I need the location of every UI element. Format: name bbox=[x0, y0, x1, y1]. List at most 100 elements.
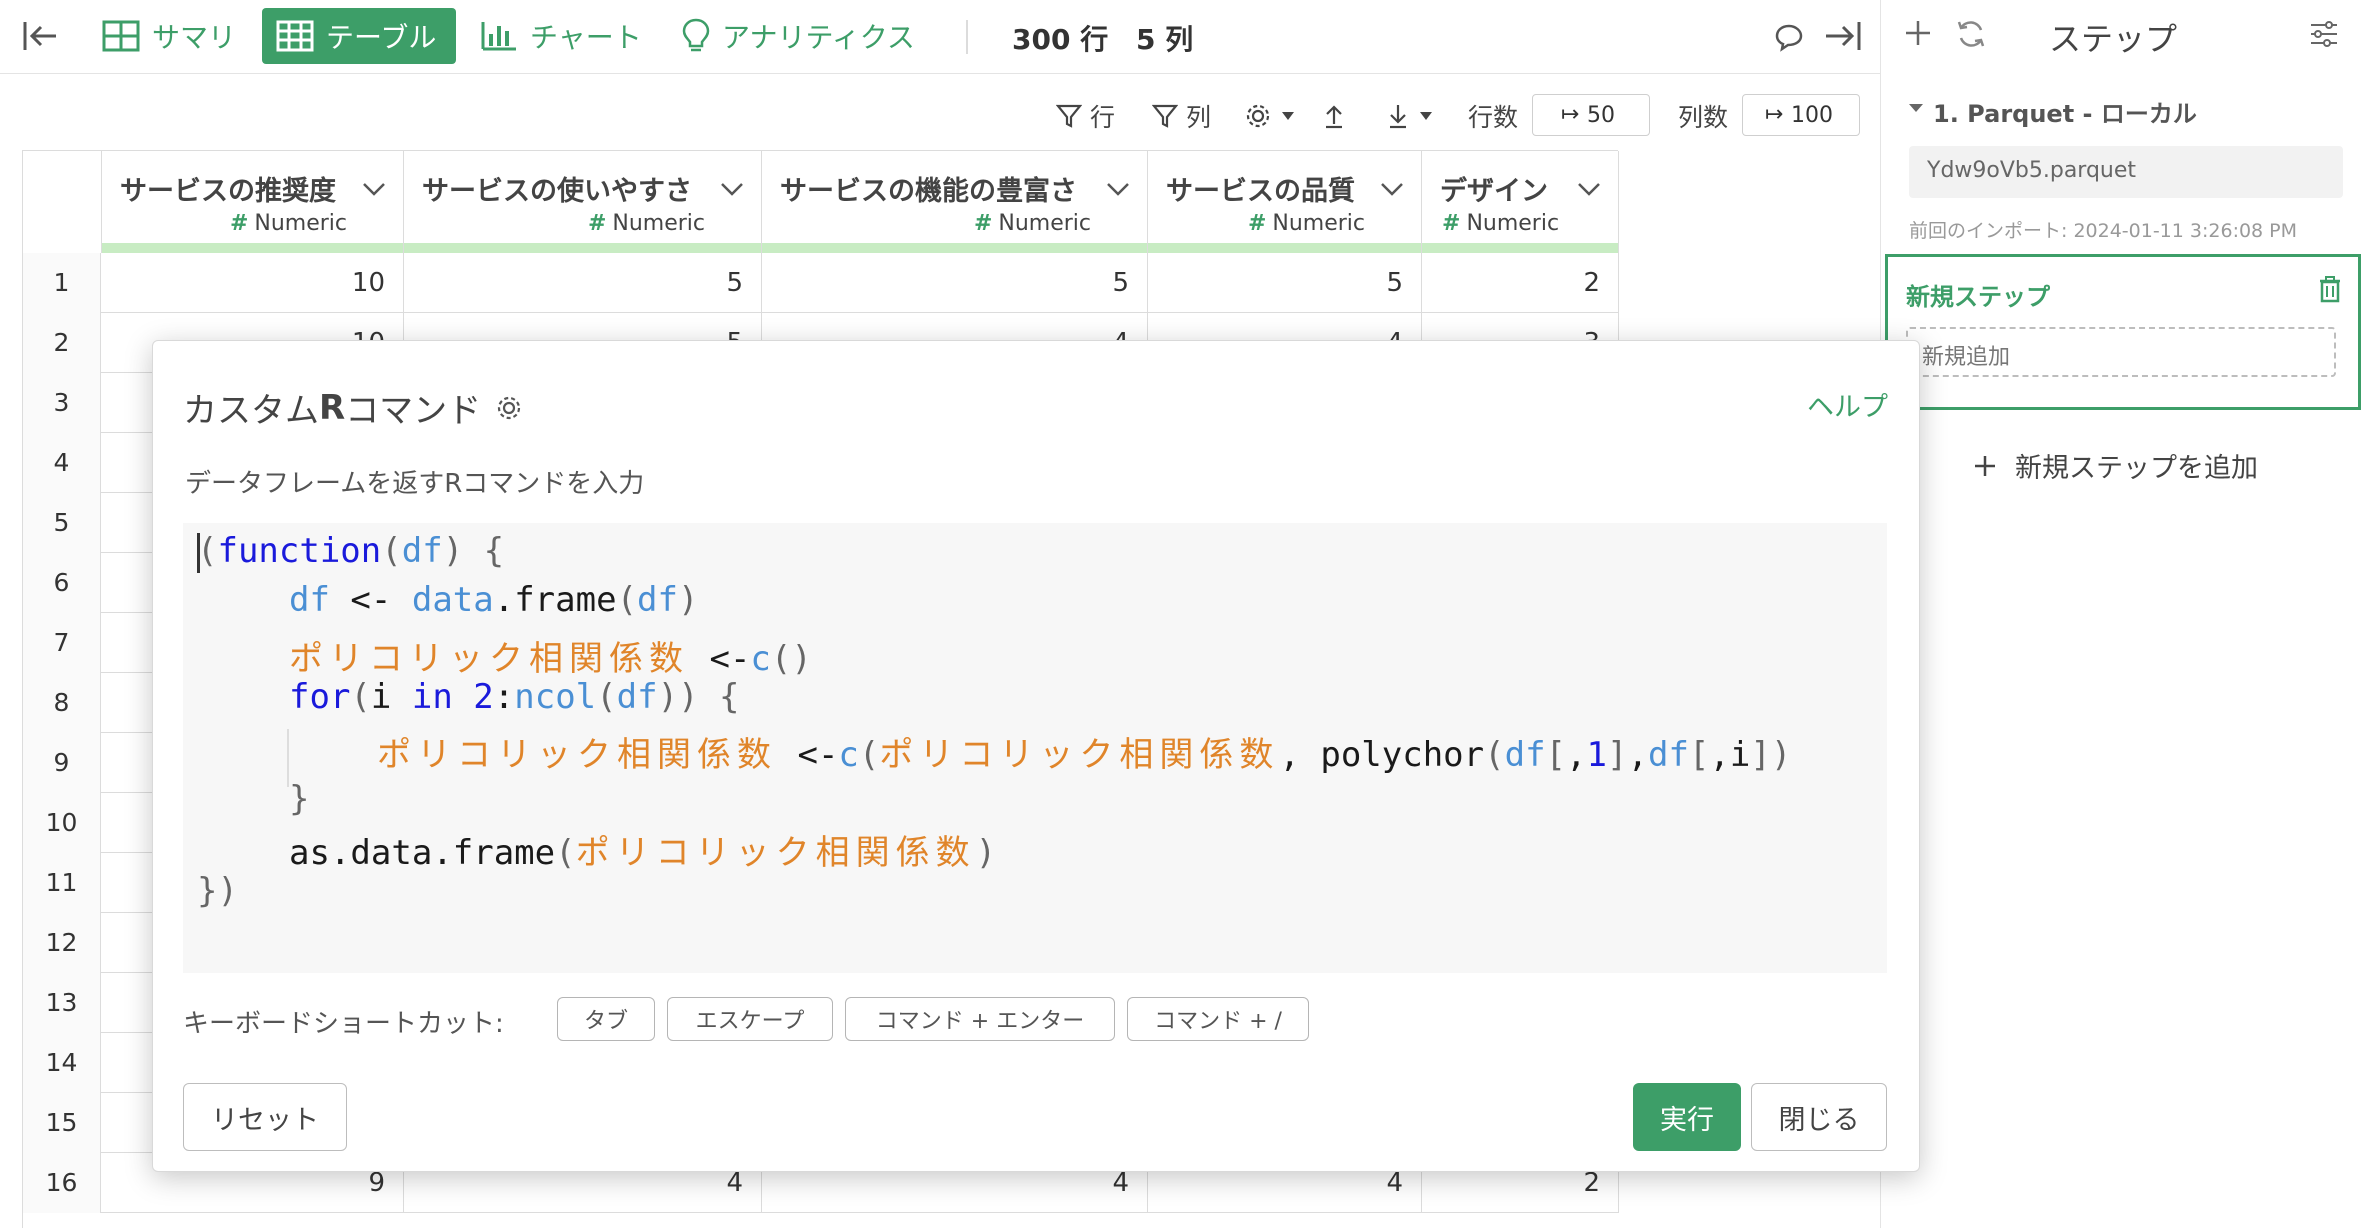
column-quality-bar bbox=[1422, 243, 1618, 253]
download-icon bbox=[1386, 102, 1410, 130]
comment-icon[interactable] bbox=[1774, 22, 1804, 52]
shortcut-escape-pill: エスケープ bbox=[667, 997, 833, 1041]
dialog-description: データフレームを返すRコマンドを入力 bbox=[185, 469, 645, 499]
rows-limit-input[interactable]: ↦ 50 bbox=[1532, 94, 1650, 136]
download-dropdown[interactable] bbox=[1386, 96, 1434, 136]
new-step-card: 新規ステップ 新規追加 bbox=[1885, 254, 2361, 410]
row-number: 16 bbox=[23, 1153, 101, 1213]
run-button[interactable]: 実行 bbox=[1633, 1083, 1741, 1151]
row-number: 7 bbox=[23, 613, 101, 673]
tab-summary[interactable]: サマリ bbox=[88, 8, 250, 64]
cols-limit-input[interactable]: ↦ 100 bbox=[1742, 94, 1860, 136]
code-token: ポリコリック相関係数 bbox=[377, 735, 777, 775]
trash-icon[interactable] bbox=[2318, 275, 2342, 303]
chevron-down-icon[interactable] bbox=[1379, 181, 1405, 197]
step-title[interactable]: 1. Parquet - ローカル bbox=[1933, 94, 2197, 129]
row-number: 12 bbox=[23, 913, 101, 973]
code-token: ポリコリック相関係数 bbox=[575, 833, 976, 873]
row-number: 11 bbox=[23, 853, 101, 913]
gear-icon[interactable] bbox=[495, 394, 523, 422]
shortcut-tab-pill: タブ bbox=[557, 997, 655, 1041]
code-token: df bbox=[1647, 735, 1689, 775]
code-line-5: ポリコリック相関係数 <-c(ポリコリック相関係数, polychor(df[,… bbox=[377, 735, 1792, 775]
tab-table[interactable]: テーブル bbox=[262, 8, 456, 64]
column-name: サービスの推奨度 bbox=[120, 176, 336, 207]
chevron-down-icon[interactable] bbox=[361, 181, 387, 197]
code-editor[interactable]: (function(df) { df <- data.frame(df) ポリコ… bbox=[183, 523, 1887, 973]
arrow-up-icon bbox=[1322, 102, 1346, 130]
filter-columns-button[interactable]: 列 bbox=[1152, 96, 1211, 136]
column-header[interactable]: サービスの機能の豊富さ # Numeric bbox=[762, 151, 1148, 253]
add-step-button[interactable]: 新規ステップを追加 bbox=[1973, 446, 2258, 485]
table-icon bbox=[276, 20, 314, 52]
caret-down-icon bbox=[1418, 110, 1434, 122]
rows-limit-label: 行数 bbox=[1468, 103, 1519, 132]
close-button[interactable]: 閉じる bbox=[1751, 1083, 1887, 1151]
help-link[interactable]: ヘルプ bbox=[1807, 385, 1888, 424]
table-cell[interactable]: 2 bbox=[1422, 253, 1619, 313]
table-row: 1 10 5 5 5 2 bbox=[23, 253, 1619, 313]
row-number: 13 bbox=[23, 973, 101, 1033]
tab-chart[interactable]: チャート bbox=[466, 8, 656, 64]
panel-title: ステップ bbox=[2049, 20, 2178, 58]
column-header[interactable]: サービスの使いやすさ # Numeric bbox=[404, 151, 762, 253]
collapse-right-icon[interactable] bbox=[1824, 20, 1862, 52]
cols-limit-label: 列数 bbox=[1678, 103, 1729, 132]
column-type-label: Numeric bbox=[254, 211, 347, 236]
new-step-input[interactable]: 新規追加 bbox=[1906, 327, 2336, 377]
code-token: c bbox=[838, 735, 859, 775]
numeric-type-icon: # bbox=[587, 211, 607, 236]
dialog-title-suffix: コマンド bbox=[345, 391, 482, 431]
code-token: data bbox=[411, 580, 494, 620]
row-number: 8 bbox=[23, 673, 101, 733]
filter-rows-button[interactable]: 行 bbox=[1056, 96, 1115, 136]
chevron-down-icon[interactable] bbox=[1576, 181, 1602, 197]
refresh-icon[interactable] bbox=[1955, 18, 1987, 50]
toolbar-divider bbox=[966, 20, 968, 54]
column-type-label: Numeric bbox=[612, 211, 705, 236]
code-token: polychor bbox=[1320, 735, 1485, 775]
tab-analytics-label: アナリティクス bbox=[722, 21, 915, 54]
tab-analytics[interactable]: アナリティクス bbox=[668, 8, 929, 64]
column-header[interactable]: サービスの推奨度 # Numeric bbox=[102, 151, 404, 253]
table-cell[interactable]: 5 bbox=[404, 253, 762, 313]
code-token: df bbox=[616, 677, 658, 717]
column-type: # Numeric bbox=[230, 211, 347, 236]
code-token: ncol bbox=[514, 677, 597, 717]
column-quality-bar bbox=[1148, 243, 1421, 253]
limit-arrow-icon: ↦ bbox=[1765, 102, 1784, 127]
shortcut-command-enter-pill: コマンド + エンター bbox=[845, 997, 1115, 1041]
code-line-4: for(i in 2:ncol(df)) { bbox=[289, 677, 740, 717]
code-token: c bbox=[750, 639, 771, 679]
sort-ascending-button[interactable] bbox=[1322, 96, 1346, 136]
plus-icon bbox=[1973, 454, 1997, 478]
tab-table-label: テーブル bbox=[326, 21, 437, 54]
chevron-down-icon[interactable] bbox=[719, 181, 745, 197]
code-line-8: }) bbox=[197, 871, 238, 911]
sliders-icon[interactable] bbox=[2309, 20, 2339, 48]
table-cell[interactable]: 5 bbox=[762, 253, 1148, 313]
row-number: 5 bbox=[23, 493, 101, 553]
collapse-left-icon[interactable] bbox=[22, 20, 58, 52]
code-token: as.data.frame bbox=[289, 833, 556, 873]
chevron-down-icon[interactable] bbox=[1105, 181, 1131, 197]
dialog-title-bold: R bbox=[319, 387, 346, 428]
code-token: df bbox=[1504, 735, 1546, 775]
code-token: function bbox=[217, 531, 382, 571]
column-name: サービスの使いやすさ bbox=[422, 176, 692, 207]
add-icon[interactable] bbox=[1903, 18, 1933, 48]
caret-down-icon[interactable] bbox=[1907, 102, 1925, 114]
column-type: # Numeric bbox=[588, 211, 705, 236]
column-header[interactable]: サービスの品質 # Numeric bbox=[1148, 151, 1422, 253]
filter-columns-label: 列 bbox=[1186, 103, 1212, 132]
table-cell[interactable]: 5 bbox=[1148, 253, 1422, 313]
column-header[interactable]: デザイン # Numeric bbox=[1422, 151, 1619, 253]
row-number: 4 bbox=[23, 433, 101, 493]
filter-icon bbox=[1152, 103, 1178, 129]
custom-r-command-dialog: カスタム R コマンド ヘルプ データフレームを返すRコマンドを入力 (functi… bbox=[152, 340, 1920, 1172]
column-count: 5 列 bbox=[1136, 23, 1194, 56]
reset-button[interactable]: リセット bbox=[183, 1083, 347, 1151]
column-type-label: Numeric bbox=[1272, 211, 1365, 236]
table-cell[interactable]: 10 bbox=[102, 253, 404, 313]
settings-dropdown[interactable] bbox=[1244, 96, 1296, 136]
